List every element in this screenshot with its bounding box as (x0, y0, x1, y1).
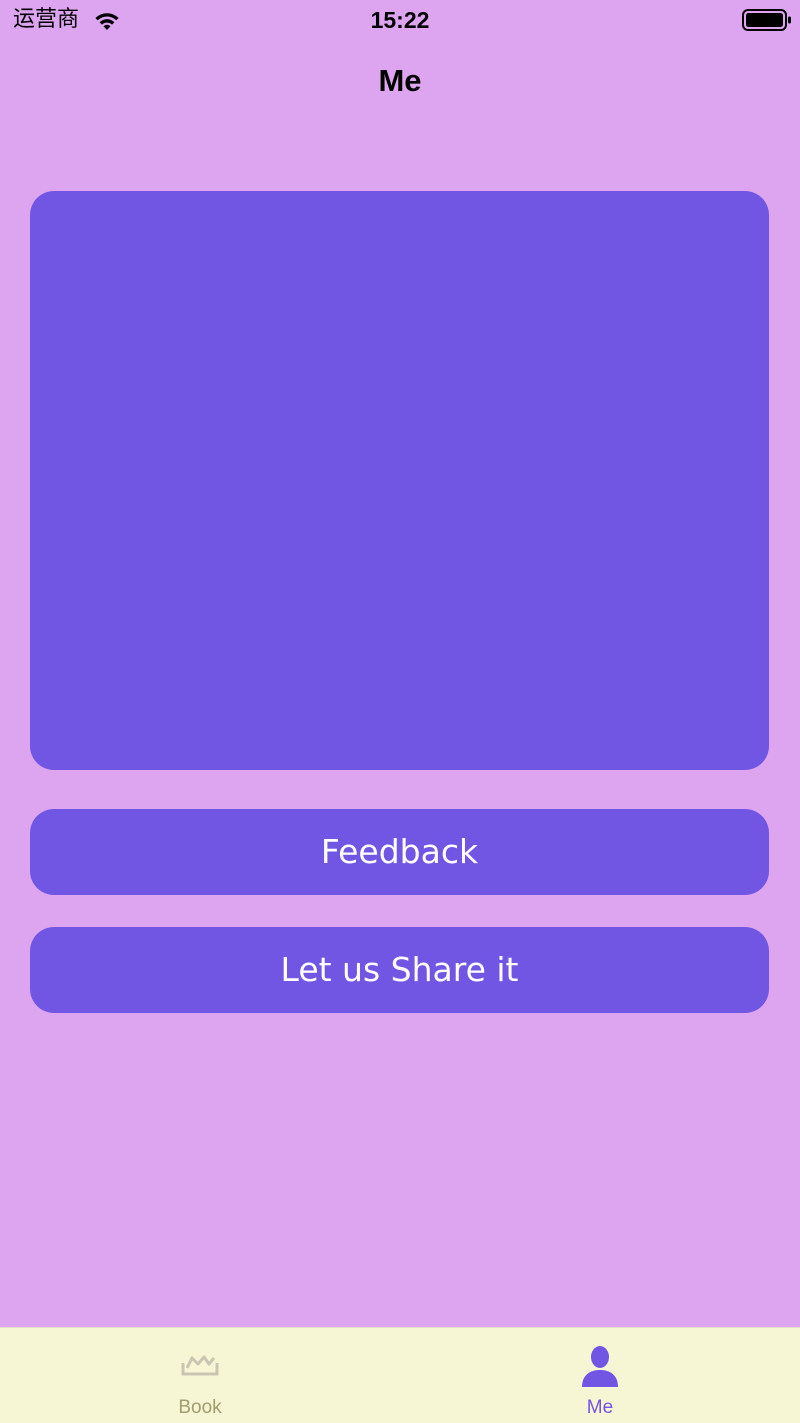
tab-me[interactable]: Me (400, 1328, 800, 1423)
page-title: Me (378, 63, 422, 98)
tab-book-label: Book (178, 1397, 222, 1418)
share-button[interactable]: Let us Share it (30, 927, 769, 1013)
battery-icon (742, 9, 791, 31)
feedback-button[interactable]: Feedback (30, 809, 769, 895)
status-time: 15:22 (370, 7, 430, 33)
status-bar: 运营商 15:22 (0, 0, 800, 40)
person-icon (582, 1346, 618, 1387)
tab-book[interactable]: Book (0, 1328, 400, 1423)
profile-card (30, 191, 769, 770)
book-icon (181, 1355, 219, 1376)
tab-bar: Book Me (0, 1327, 800, 1423)
tab-me-label: Me (586, 1397, 614, 1418)
